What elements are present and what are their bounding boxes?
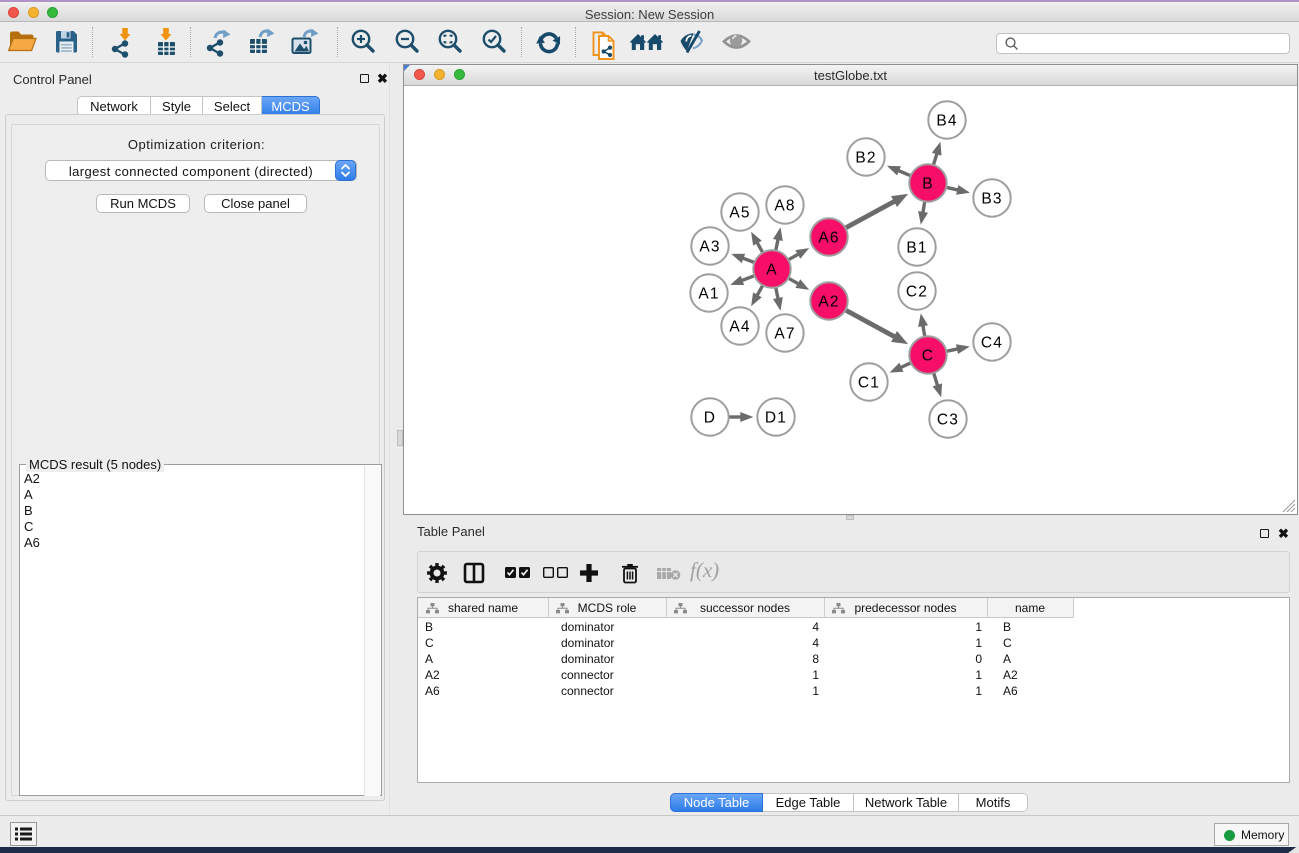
- svg-text:B4: B4: [936, 113, 957, 130]
- svg-text:A1: A1: [698, 286, 719, 303]
- svg-text:B1: B1: [906, 240, 927, 257]
- svg-text:C: C: [922, 348, 934, 365]
- svg-text:A: A: [766, 262, 778, 279]
- svg-text:C2: C2: [906, 284, 928, 301]
- svg-text:A5: A5: [729, 205, 750, 222]
- svg-text:D1: D1: [765, 410, 787, 427]
- svg-text:A3: A3: [699, 239, 720, 256]
- svg-text:A2: A2: [818, 294, 839, 311]
- svg-text:A8: A8: [774, 198, 795, 215]
- svg-text:C3: C3: [937, 412, 959, 429]
- svg-text:C4: C4: [981, 335, 1003, 352]
- svg-text:D: D: [704, 410, 716, 427]
- svg-text:B2: B2: [855, 150, 876, 167]
- svg-text:A4: A4: [729, 319, 750, 336]
- svg-text:A6: A6: [818, 230, 839, 247]
- svg-text:B: B: [922, 176, 934, 193]
- svg-text:C1: C1: [858, 375, 880, 392]
- svg-text:B3: B3: [981, 191, 1002, 208]
- svg-text:A7: A7: [774, 326, 795, 343]
